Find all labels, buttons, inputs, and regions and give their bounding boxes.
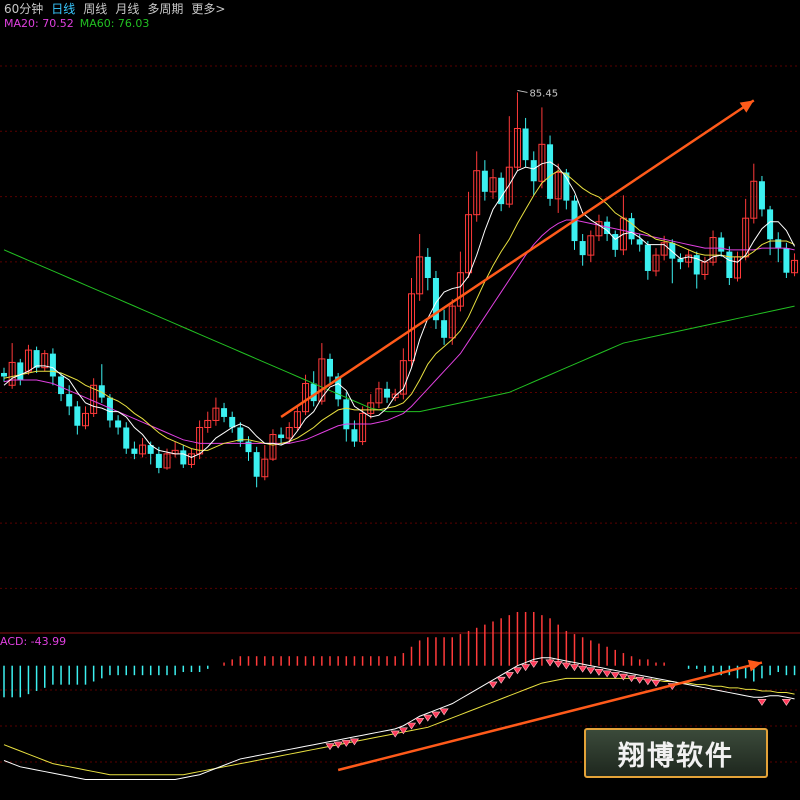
diamond-marker <box>569 664 580 672</box>
diamond-marker <box>635 676 645 684</box>
diamond-marker <box>512 667 523 675</box>
diamond-marker <box>488 681 498 689</box>
diamond-marker <box>561 662 571 670</box>
candle-body-down <box>180 450 187 465</box>
diamond-marker <box>781 699 791 706</box>
candle-body-down <box>229 416 236 428</box>
diamond-marker <box>529 661 539 668</box>
diamond-marker <box>643 678 653 686</box>
diamond-marker <box>757 699 767 706</box>
candle-body-down <box>767 209 774 240</box>
candle-body-down <box>1 372 7 377</box>
candle-body-down <box>66 394 73 407</box>
candle-body-down <box>74 406 81 426</box>
candle-body-down <box>758 181 765 210</box>
candle-body-down <box>33 350 40 368</box>
candle-body-down <box>221 408 228 417</box>
diamond-marker <box>496 676 506 684</box>
diamond-marker <box>521 664 531 672</box>
candle-body-down <box>718 237 725 252</box>
diamond-marker <box>618 673 628 681</box>
candle-body-down <box>253 452 260 477</box>
candle-body-down <box>530 160 537 182</box>
candle-body-down <box>522 128 529 161</box>
candle-body-down <box>677 258 684 263</box>
diamond-marker <box>406 722 417 730</box>
candle-body-down <box>481 170 488 192</box>
ma10-line <box>3 170 795 451</box>
diamond-marker <box>586 667 596 675</box>
diamond-marker <box>431 711 441 719</box>
diamond-marker <box>545 659 555 667</box>
kline-chart[interactable]: 85.45预减 <box>0 0 800 800</box>
trend-arrow-head <box>739 100 754 113</box>
candle-body-down <box>424 256 431 278</box>
trend-arrow-head <box>747 659 762 672</box>
diamond-marker <box>439 708 449 716</box>
candle-body-down <box>58 376 65 395</box>
candle-body-down <box>547 144 554 199</box>
candle-body-down <box>384 388 391 398</box>
diamond-marker <box>415 717 425 725</box>
candle-body-down <box>155 453 162 468</box>
diamond-marker <box>602 670 612 678</box>
high-label: 85.45 <box>529 88 558 99</box>
candle-body-down <box>628 218 635 240</box>
diamond-marker <box>651 680 661 687</box>
candle-body-down <box>644 244 651 271</box>
candle-body-down <box>17 362 24 381</box>
candle-body-down <box>131 448 138 454</box>
candle-body-down <box>115 420 122 428</box>
candle-body-down <box>669 242 676 259</box>
candle-body-down <box>278 434 285 439</box>
candle-body-down <box>579 241 586 256</box>
candle-body-down <box>123 427 130 449</box>
diamond-marker <box>553 661 563 668</box>
candle-body-down <box>441 320 448 338</box>
diamond-marker <box>578 665 588 673</box>
diamond-marker <box>610 672 620 679</box>
ma60-line <box>3 249 795 413</box>
high-marker <box>517 89 528 93</box>
candle-body-down <box>783 248 790 273</box>
brand-logo: 翔博软件 <box>584 728 768 778</box>
candle-body-down <box>49 353 56 377</box>
candle-body-down <box>726 251 733 278</box>
candle-body-down <box>636 239 643 245</box>
candle-body-down <box>327 358 333 377</box>
diamond-marker <box>423 714 433 722</box>
diamond-marker <box>594 668 604 676</box>
logo-text: 翔博软件 <box>618 740 734 772</box>
candle-body-down <box>351 429 358 442</box>
diamond-marker <box>504 672 514 679</box>
